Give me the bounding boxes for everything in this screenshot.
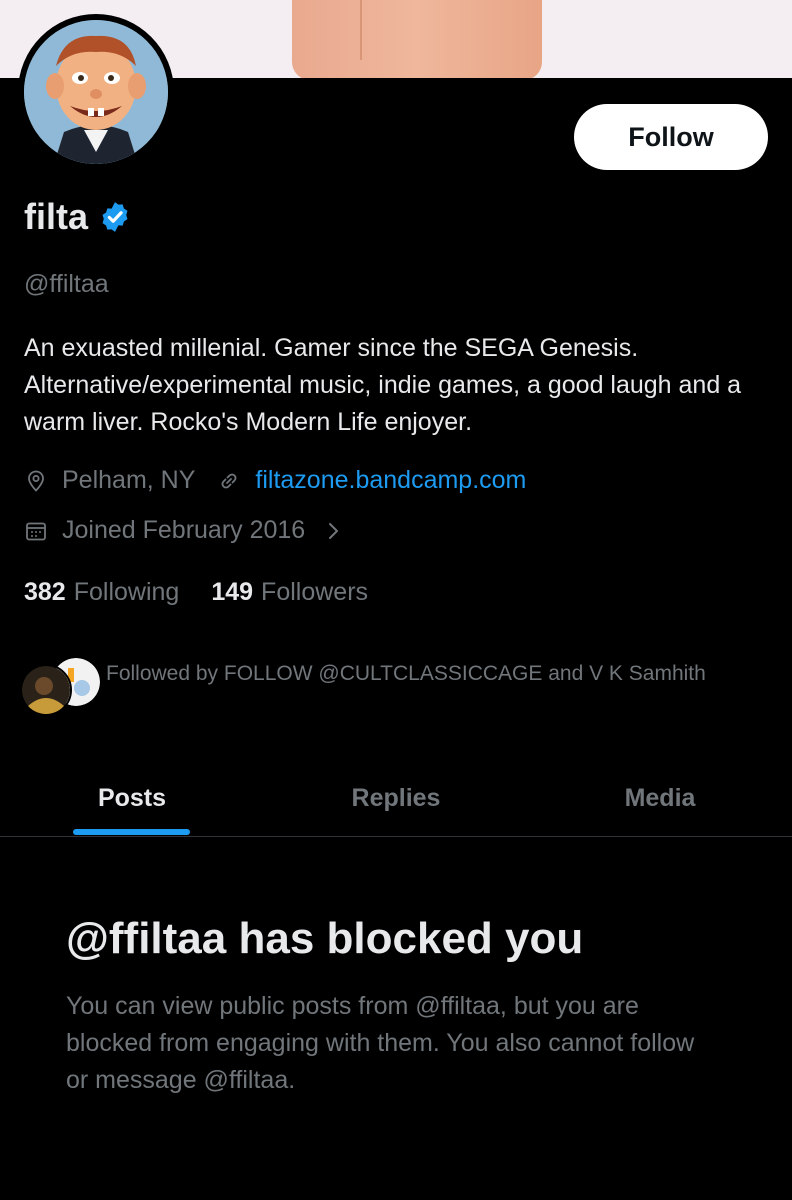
follow-stats: 382 Following 149 Followers (24, 578, 368, 607)
profile-meta-row: Pelham, NY filtazone.bandcamp.com (24, 466, 526, 495)
banner-figure (292, 0, 542, 78)
followed-by-text: Followed by FOLLOW @CULTCLASSICCAGE and … (106, 662, 706, 685)
following-count: 382 (24, 578, 66, 606)
profile-tabs: Posts Replies Media (0, 760, 792, 837)
link-icon (221, 473, 237, 488)
profile-bio: An exuasted millenial. Gamer since the S… (24, 334, 742, 436)
website-link[interactable]: filtazone.bandcamp.com (255, 466, 526, 495)
avatar[interactable] (18, 14, 174, 170)
follower-avatar-1 (20, 664, 72, 716)
calendar-icon (26, 522, 46, 540)
tab-posts[interactable]: Posts (0, 760, 264, 836)
avatar-image (24, 20, 168, 164)
joined-text: Joined February 2016 (62, 516, 306, 544)
active-tab-indicator (73, 829, 190, 835)
profile-name-row: filta (24, 196, 132, 238)
verified-badge-icon[interactable] (98, 200, 132, 234)
followers-stat[interactable]: 149 Followers (211, 578, 368, 607)
chevron-right-icon (329, 522, 339, 539)
location-text: Pelham, NY (62, 466, 196, 494)
joined-row[interactable]: Joined February 2016 (24, 516, 345, 545)
tab-replies[interactable]: Replies (264, 760, 528, 836)
display-name: filta (24, 196, 89, 237)
location-pin-icon (28, 470, 44, 492)
following-label: Following (73, 578, 180, 606)
follow-button[interactable]: Follow (574, 104, 768, 170)
profile-handle: @ffiltaa (24, 270, 109, 298)
blocked-message: You can view public posts from @ffiltaa,… (66, 992, 695, 1094)
following-stat[interactable]: 382 Following (24, 578, 179, 607)
followers-count: 149 (211, 578, 254, 606)
followers-label: Followers (261, 578, 369, 606)
tab-media[interactable]: Media (528, 760, 792, 836)
blocked-title: @ffiltaa has blocked you (66, 914, 584, 963)
